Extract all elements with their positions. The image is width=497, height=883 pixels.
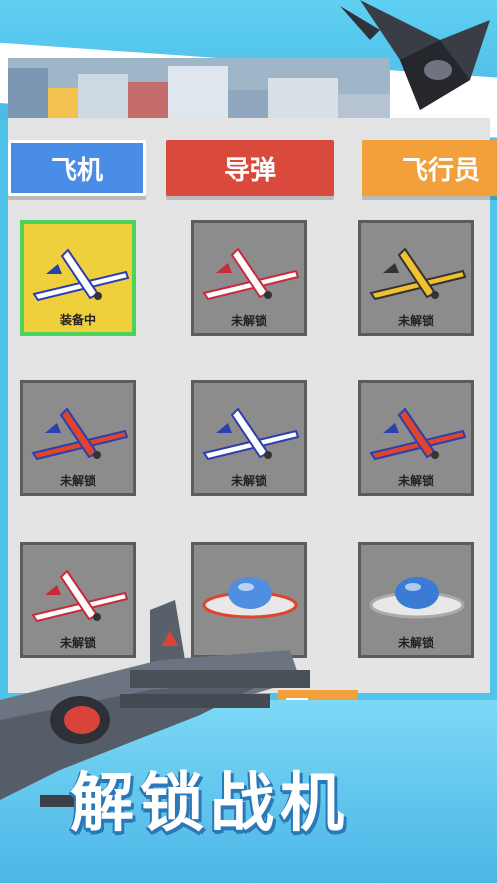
- equipped-label: 装备中: [59, 313, 96, 327]
- aircraft-card[interactable]: 未解锁: [358, 380, 474, 496]
- aircraft-card[interactable]: 未解锁: [358, 542, 474, 658]
- plane-icon: [202, 407, 300, 461]
- tab-pilot-label: 飞行员: [402, 155, 481, 186]
- locked-label: 未解锁: [230, 474, 267, 488]
- aircraft-card[interactable]: 未解锁: [191, 220, 307, 336]
- tab-missile[interactable]: 导弹: [166, 140, 334, 196]
- plane-icon: [369, 247, 467, 301]
- city-backdrop: [8, 58, 390, 118]
- ufo-icon: [369, 577, 465, 619]
- aircraft-card[interactable]: 装备中: [20, 220, 136, 336]
- aircraft-card[interactable]: 未解锁: [191, 380, 307, 496]
- plane-icon: [31, 407, 129, 461]
- tab-plane[interactable]: 飞机: [8, 140, 146, 196]
- tab-pilot[interactable]: 飞行员: [362, 140, 497, 196]
- aircraft-card[interactable]: 未解锁: [20, 380, 136, 496]
- tab-missile-label: 导弹: [223, 155, 276, 186]
- plane-icon: [369, 407, 467, 461]
- locked-label: 未解锁: [59, 474, 96, 488]
- slogan-text: 解锁战机: [70, 767, 350, 841]
- locked-label: 未解锁: [397, 636, 434, 650]
- locked-label: 未解锁: [230, 314, 267, 328]
- tab-plane-label: 飞机: [50, 155, 103, 186]
- locked-label: 未解锁: [397, 474, 434, 488]
- plane-icon: [32, 248, 130, 302]
- plane-icon: [202, 247, 300, 301]
- aircraft-card[interactable]: 未解锁: [358, 220, 474, 336]
- jet-top-icon: [340, 0, 490, 110]
- locked-label: 未解锁: [397, 314, 434, 328]
